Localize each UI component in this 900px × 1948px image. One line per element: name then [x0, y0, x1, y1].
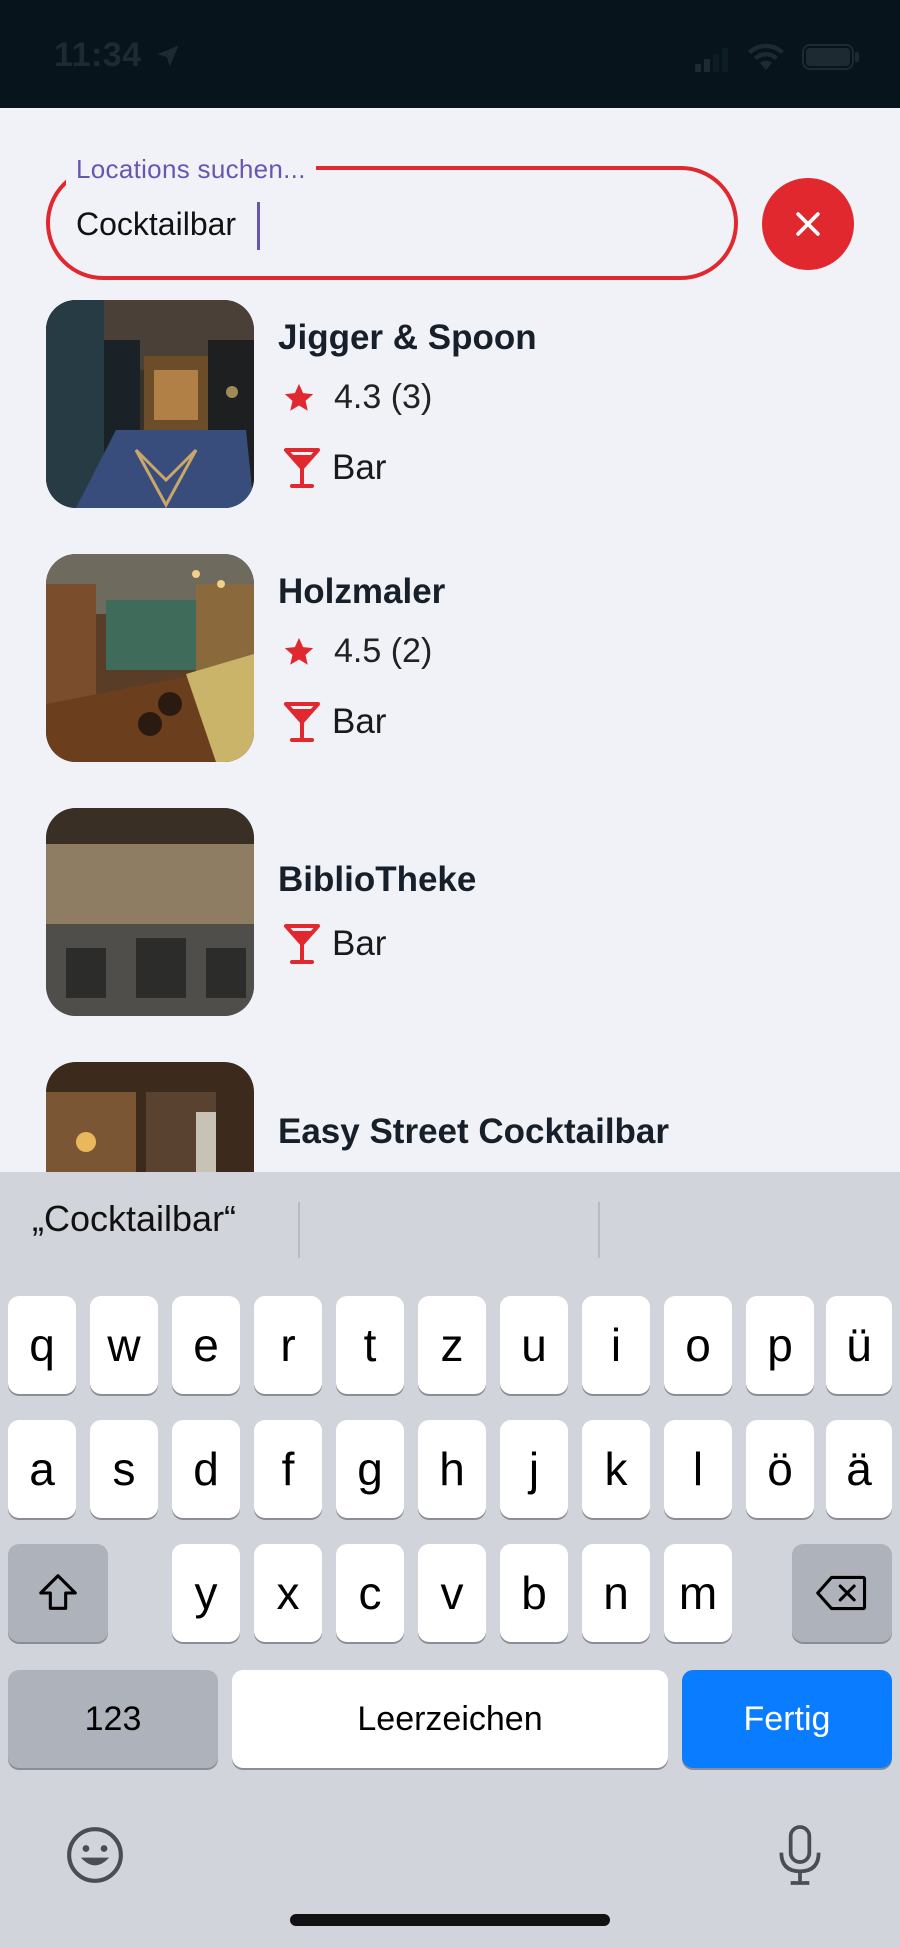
key[interactable]: k: [582, 1420, 650, 1518]
key[interactable]: y: [172, 1544, 240, 1642]
done-key[interactable]: Fertig: [682, 1670, 892, 1768]
location-name: BiblioTheke: [278, 860, 477, 899]
category-text: Bar: [332, 924, 387, 963]
rating: 4.3 (3): [282, 378, 432, 417]
cocktail-icon: [284, 702, 320, 742]
location-name: Jigger & Spoon: [278, 318, 537, 357]
key[interactable]: h: [418, 1420, 486, 1518]
backspace-icon: [816, 1575, 867, 1611]
backspace-key[interactable]: [792, 1544, 892, 1642]
suggestion-divider: [598, 1202, 600, 1258]
key[interactable]: ä: [826, 1420, 892, 1518]
key[interactable]: t: [336, 1296, 404, 1394]
key[interactable]: u: [500, 1296, 568, 1394]
location-thumbnail: [46, 1062, 254, 1172]
key[interactable]: b: [500, 1544, 568, 1642]
key[interactable]: p: [746, 1296, 814, 1394]
key[interactable]: a: [8, 1420, 76, 1518]
key[interactable]: c: [336, 1544, 404, 1642]
key[interactable]: m: [664, 1544, 732, 1642]
numbers-key[interactable]: 123: [8, 1670, 218, 1768]
space-key[interactable]: Leerzeichen: [232, 1670, 668, 1768]
battery-icon: [802, 44, 859, 70]
search-label: Locations suchen...: [66, 154, 316, 185]
category: Bar: [282, 446, 386, 490]
key[interactable]: g: [336, 1420, 404, 1518]
key[interactable]: w: [90, 1296, 158, 1394]
status-time: 11:34: [54, 36, 142, 74]
shift-key[interactable]: [8, 1544, 108, 1642]
key[interactable]: j: [500, 1420, 568, 1518]
search-input[interactable]: [76, 198, 696, 250]
suggestion-divider: [298, 1202, 300, 1258]
wifi-icon: [748, 43, 784, 70]
keyboard-suggestion[interactable]: „Cocktailbar“: [32, 1198, 236, 1240]
location-thumbnail: [46, 554, 254, 762]
rating-text: 4.5 (2): [334, 632, 433, 670]
emoji-icon[interactable]: [64, 1824, 126, 1886]
key[interactable]: r: [254, 1296, 322, 1394]
key[interactable]: x: [254, 1544, 322, 1642]
key[interactable]: z: [418, 1296, 486, 1394]
key[interactable]: l: [664, 1420, 732, 1518]
key[interactable]: o: [664, 1296, 732, 1394]
home-indicator[interactable]: [290, 1914, 610, 1926]
shift-icon: [39, 1574, 77, 1610]
key[interactable]: d: [172, 1420, 240, 1518]
cocktail-icon: [284, 924, 320, 964]
location-name: Easy Street Cocktailbar: [278, 1112, 670, 1151]
key[interactable]: v: [418, 1544, 486, 1642]
category: Bar: [282, 922, 386, 966]
location-name: Holzmaler: [278, 572, 446, 611]
key[interactable]: f: [254, 1420, 322, 1518]
signal-icon: [695, 48, 728, 72]
list-item[interactable]: BiblioTheke Bar: [46, 808, 866, 1018]
key[interactable]: n: [582, 1544, 650, 1642]
rating-text: 4.3 (3): [334, 378, 433, 416]
list-item[interactable]: Easy Street Cocktailbar: [46, 1062, 866, 1172]
location-thumbnail: [46, 808, 254, 1016]
category-text: Bar: [332, 702, 387, 741]
list-item[interactable]: Jigger & Spoon 4.3 (3) Bar: [46, 300, 866, 510]
cocktail-icon: [284, 448, 320, 488]
key[interactable]: i: [582, 1296, 650, 1394]
microphone-icon[interactable]: [772, 1822, 828, 1888]
keyboard: „Cocktailbar“ q w e r t z u i o p ü a s …: [0, 1172, 900, 1948]
key[interactable]: e: [172, 1296, 240, 1394]
location-thumbnail: [46, 300, 254, 508]
star-icon: [284, 637, 314, 665]
clear-search-button[interactable]: [762, 178, 854, 270]
key[interactable]: ö: [746, 1420, 814, 1518]
close-icon: [796, 212, 820, 236]
status-bar: 11:34: [0, 0, 900, 108]
category: Bar: [282, 700, 386, 744]
key[interactable]: q: [8, 1296, 76, 1394]
key[interactable]: s: [90, 1420, 158, 1518]
category-text: Bar: [332, 448, 387, 487]
text-caret: [257, 202, 260, 250]
key[interactable]: ü: [826, 1296, 892, 1394]
location-arrow-icon: [157, 45, 179, 67]
list-item[interactable]: Holzmaler 4.5 (2) Bar: [46, 554, 866, 764]
rating: 4.5 (2): [282, 632, 432, 671]
star-icon: [284, 383, 314, 411]
